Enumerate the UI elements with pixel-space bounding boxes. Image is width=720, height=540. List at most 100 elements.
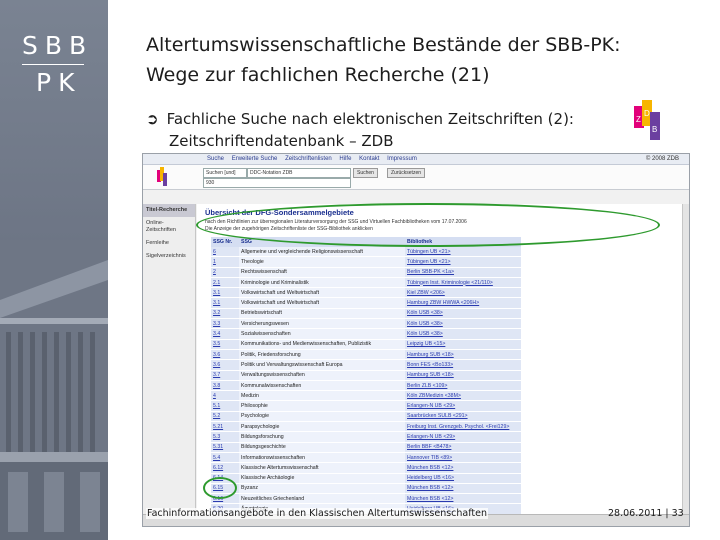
- table-row: 5.1 Philosophie Erlangen-N UB <29>: [211, 400, 521, 412]
- bibliothek-cell[interactable]: Tübingen UB <21>: [405, 256, 521, 268]
- bibliothek-cell[interactable]: Leipzig UB <15>: [405, 339, 521, 350]
- zdb-letter-d: D: [644, 109, 650, 118]
- ssg-nr-cell[interactable]: 3.2: [211, 308, 239, 320]
- field-select[interactable]: Suchen [und]: [203, 168, 247, 178]
- ssg-name-cell: Volkswirtschaft und Weltwirtschaft: [239, 297, 405, 309]
- table-row: 3.1 Volkswirtschaft und Weltwirtschaft Ham…: [211, 297, 521, 309]
- menu-item-impressum[interactable]: Impressum: [387, 156, 417, 162]
- menu-item-zeitschriftenlisten[interactable]: Zeitschriftenlisten: [285, 156, 332, 162]
- ssg-name-cell: Kommunikations- und Medienwissenschaften…: [239, 339, 405, 350]
- table-row: 6.16 Neuzeitliches Griechenland München BS…: [211, 493, 521, 505]
- bibliothek-cell[interactable]: Hamburg SUB <18>: [405, 349, 521, 361]
- bibliothek-cell[interactable]: Erlangen-N UB <29>: [405, 400, 521, 412]
- ssg-name-cell: Byzanz: [239, 483, 405, 495]
- bibliothek-cell[interactable]: Tübingen Inst. Kriminologie <21/110>: [405, 277, 521, 289]
- header-ssg-nr: SSG Nr.: [211, 237, 239, 247]
- ssg-nr-cell[interactable]: 5.1: [211, 400, 239, 412]
- bibliothek-cell[interactable]: Erlangen-N UB <29>: [405, 431, 521, 443]
- building-photo: [0, 240, 108, 540]
- vertical-scrollbar[interactable]: [682, 204, 689, 514]
- nav-item-sigelverzeichnis[interactable]: Sigelverzeichnis: [143, 250, 195, 263]
- menu-copyright: © 2008 ZDB: [645, 156, 679, 162]
- menu-item-suche[interactable]: Suche: [207, 156, 224, 162]
- menu-item-kontakt[interactable]: Kontakt: [359, 156, 379, 162]
- table-row: 3.3 Versicherungswesen Köln USB <38>: [211, 318, 521, 330]
- ssg-nr-cell[interactable]: 3.4: [211, 328, 239, 340]
- ssg-nr-cell[interactable]: 1: [211, 256, 239, 268]
- nav-item-online-zeitschriften[interactable]: Online-Zeitschriften: [143, 217, 195, 237]
- ssg-nr-cell[interactable]: 3.3: [211, 318, 239, 330]
- bibliothek-cell[interactable]: Köln USB <38>: [405, 318, 521, 330]
- ssg-nr-cell[interactable]: 3.1: [211, 287, 239, 299]
- table-row: 1 Theologie Tübingen UB <21>: [211, 256, 521, 268]
- ssg-name-cell: Theologie: [239, 256, 405, 268]
- ssg-nr-cell[interactable]: 2.1: [211, 277, 239, 289]
- ssg-nr-cell[interactable]: 3.7: [211, 370, 239, 381]
- ssg-nr-cell[interactable]: 5.3: [211, 431, 239, 443]
- ssg-nr-cell[interactable]: 3.6: [211, 349, 239, 361]
- bibliothek-cell[interactable]: Köln USB <38>: [405, 328, 521, 340]
- notation-select[interactable]: DDC-Notation ZDB: [247, 168, 351, 178]
- ssg-nr-cell[interactable]: 3.8: [211, 380, 239, 392]
- bibliothek-cell[interactable]: München BSB <12>: [405, 462, 521, 474]
- bibliothek-cell[interactable]: Bonn FES <Bo133>: [405, 359, 521, 371]
- ssg-name-cell: Betriebswirtschaft: [239, 308, 405, 320]
- ssg-nr-cell[interactable]: 3.1: [211, 297, 239, 309]
- bibliothek-cell[interactable]: Berlin ZLB <109>: [405, 380, 521, 392]
- search-button[interactable]: Suchen: [353, 168, 378, 178]
- value-input[interactable]: 930: [203, 178, 351, 188]
- nav-item-titel-recherche[interactable]: Titel-Recherche: [143, 204, 195, 217]
- ssg-nr-cell[interactable]: 3.6: [211, 359, 239, 371]
- bibliothek-cell[interactable]: Hamburg SUB <18>: [405, 370, 521, 381]
- reset-button[interactable]: Zurücksetzen: [387, 168, 426, 178]
- ssg-table: SSG Nr. SSG Bibliothek 6 Allgemeine und v…: [211, 237, 521, 526]
- ssg-name-cell: Bildungsgeschichte: [239, 442, 405, 453]
- ssg-nr-cell[interactable]: 5.21: [211, 421, 239, 433]
- bibliothek-cell[interactable]: München BSB <12>: [405, 483, 521, 495]
- footer-left: Fachinformationsangebote in den Klassisc…: [146, 508, 489, 519]
- arrow-bullet-icon: ➲: [146, 110, 159, 128]
- ssg-nr-cell[interactable]: 2: [211, 267, 239, 278]
- ssg-name-cell: Neuzeitliches Griechenland: [239, 493, 405, 505]
- ssg-nr-cell[interactable]: 6: [211, 247, 239, 258]
- bibliothek-cell[interactable]: Köln USB <38>: [405, 308, 521, 320]
- ssg-name-cell: Politik und Verwaltungswissenschaft Euro…: [239, 359, 405, 371]
- zdb-search-row: Suchen [und] DDC-Notation ZDB 930 Suchen…: [143, 165, 689, 190]
- table-row: 6.14 Klassische Archäologie Heidelberg UB …: [211, 473, 521, 484]
- ssg-nr-cell[interactable]: 5.4: [211, 452, 239, 464]
- bibliothek-cell[interactable]: München BSB <12>: [405, 493, 521, 505]
- ssg-name-cell: Bildungsforschung: [239, 431, 405, 443]
- bibliothek-cell[interactable]: Heidelberg UB <16>: [405, 473, 521, 484]
- logo-divider: [22, 64, 84, 65]
- bibliothek-cell[interactable]: Hannover TIB <89>: [405, 452, 521, 464]
- bibliothek-cell[interactable]: Saarbrücken SULB <291>: [405, 411, 521, 423]
- menu-item-erweiterte-suche[interactable]: Erweiterte Suche: [232, 156, 278, 162]
- zdb-letter-z: Z: [636, 115, 641, 124]
- bibliothek-cell[interactable]: Freiburg Inst. Grenzgeb. Psychol. <Frei1…: [405, 421, 521, 433]
- bibliothek-cell[interactable]: Köln ZBMedizin <38M>: [405, 390, 521, 402]
- table-row: 3.8 Kommunalwissenschaften Berlin ZLB <109…: [211, 380, 521, 392]
- ssg-nr-cell[interactable]: 4: [211, 390, 239, 402]
- ssg-name-cell: Informationswissenschaften: [239, 452, 405, 464]
- bibliothek-cell[interactable]: Tübingen UB <21>: [405, 247, 521, 258]
- bibliothek-cell[interactable]: Berlin BBF <B478>: [405, 442, 521, 453]
- zdb-logo-icon: Z D B: [634, 100, 660, 140]
- highlight-ellipse-row: [203, 477, 237, 499]
- ssg-name-cell: Politik, Friedensforschung: [239, 349, 405, 361]
- title-line-1: Altertumswissenschaftliche Bestände der …: [146, 34, 621, 56]
- ssg-name-cell: Klassische Archäologie: [239, 473, 405, 484]
- ssg-nr-cell[interactable]: 5.2: [211, 411, 239, 423]
- zdb-left-nav: Titel-Recherche Online-Zeitschriften Fer…: [143, 204, 196, 514]
- menu-item-hilfe[interactable]: Hilfe: [339, 156, 351, 162]
- bibliothek-cell[interactable]: Berlin SBB-PK <1a>: [405, 267, 521, 278]
- nav-item-fernleihe[interactable]: Fernleihe: [143, 237, 195, 250]
- ssg-nr-cell[interactable]: 3.5: [211, 339, 239, 350]
- bibliothek-cell[interactable]: Kiel ZBW <206>: [405, 287, 521, 299]
- table-row: 3.5 Kommunikations- und Medienwissenschaf…: [211, 339, 521, 350]
- ssg-name-cell: Psychologie: [239, 411, 405, 423]
- ssg-nr-cell[interactable]: 5.31: [211, 442, 239, 453]
- ssg-nr-cell[interactable]: 6.12: [211, 462, 239, 474]
- zdb-letter-b: B: [652, 125, 657, 134]
- bibliothek-cell[interactable]: Hamburg ZBW HWWA <206H>: [405, 297, 521, 309]
- table-row: 6.12 Klassische Altertumswissenschaft Münc…: [211, 462, 521, 474]
